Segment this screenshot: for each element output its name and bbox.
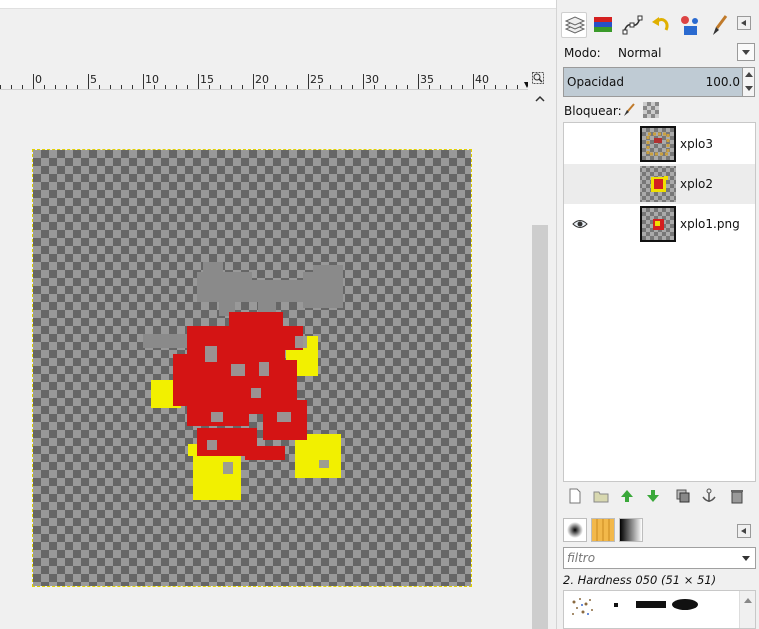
canvas-top-strip xyxy=(0,0,556,9)
layer-name[interactable]: xplo3 xyxy=(680,137,713,151)
opacity-slider[interactable]: Opacidad 100.0 xyxy=(563,67,755,97)
chevron-down-icon[interactable] xyxy=(737,43,755,61)
tab-channels[interactable] xyxy=(590,12,616,38)
ruler-label: 0 xyxy=(35,73,42,86)
tab-pointer[interactable] xyxy=(677,12,703,38)
tab-brushes-list[interactable] xyxy=(563,518,587,542)
scrollbar-thumb[interactable] xyxy=(532,225,548,629)
explosion-sprite xyxy=(143,262,343,500)
horizontal-ruler[interactable]: 0 5 10 15 20 25 30 35 40 xyxy=(0,68,528,90)
opacity-spinner[interactable] xyxy=(742,68,754,96)
layer-row-xplo2[interactable]: xplo2 xyxy=(564,164,755,204)
new-page-icon xyxy=(569,488,581,504)
brush-name: 2. Hardness 050 (51 × 51) xyxy=(563,573,717,587)
spin-down-icon[interactable] xyxy=(745,86,753,91)
ruler-label: 5 xyxy=(90,73,97,86)
anchor-layer-button[interactable] xyxy=(701,488,717,504)
delete-layer-button[interactable] xyxy=(729,488,745,504)
layer-name[interactable]: xplo1.png xyxy=(680,217,740,231)
brush-tip-icon xyxy=(567,522,583,538)
opacity-label: Opacidad xyxy=(567,75,624,89)
brush-item-ellipse[interactable] xyxy=(672,599,698,610)
raise-layer-button[interactable] xyxy=(619,488,635,504)
arrow-down-icon xyxy=(647,490,659,502)
spin-up-icon[interactable] xyxy=(745,72,753,77)
brush-item-scatter[interactable] xyxy=(568,594,598,624)
brush-scrollbar[interactable] xyxy=(739,591,755,628)
pointer-marker-icon xyxy=(524,82,528,88)
lock-pixels-icon[interactable] xyxy=(621,102,637,118)
tab-brushes[interactable] xyxy=(706,12,732,38)
layers-icon xyxy=(564,16,586,34)
right-dock: Modo: Normal Opacidad 100.0 Bloquear: xp… xyxy=(556,0,759,629)
undo-history-icon xyxy=(652,17,669,31)
tab-undo-history[interactable] xyxy=(648,12,674,38)
lock-alpha-icon[interactable] xyxy=(643,102,659,118)
ruler-label: 35 xyxy=(420,73,434,86)
brush-item-block[interactable] xyxy=(636,601,666,608)
brush-tab-bar xyxy=(561,516,756,544)
layer-row-xplo3[interactable]: xplo3 xyxy=(564,124,755,164)
opacity-value[interactable]: 100.0 xyxy=(706,75,740,89)
tab-patterns[interactable] xyxy=(591,518,615,542)
brush-grid[interactable] xyxy=(563,590,756,629)
mode-row: Modo: Normal xyxy=(563,43,755,63)
arrow-up-icon xyxy=(621,490,633,502)
layers-list[interactable]: xplo3 xplo2 xplo1.png xyxy=(563,122,756,482)
layer-thumbnail xyxy=(640,126,676,162)
ruler-label: 40 xyxy=(475,73,489,86)
ruler-label: 20 xyxy=(255,73,269,86)
lock-row: Bloquear: xyxy=(563,102,755,120)
brush-menu-icon[interactable] xyxy=(737,524,751,538)
mode-select[interactable]: Normal xyxy=(618,46,661,60)
ruler-label: 30 xyxy=(365,73,379,86)
layer-name[interactable]: xplo2 xyxy=(680,177,713,191)
channels-icon xyxy=(594,17,612,32)
layer-thumbnail xyxy=(640,166,676,202)
new-layer-button[interactable] xyxy=(567,488,583,504)
scroll-up-icon[interactable] xyxy=(533,92,547,106)
trash-icon xyxy=(731,490,743,504)
dock-menu-icon[interactable] xyxy=(737,16,751,30)
ruler-label: 25 xyxy=(310,73,324,86)
pattern-icon xyxy=(592,519,614,541)
ruler-label: 10 xyxy=(145,73,159,86)
tab-paths[interactable] xyxy=(619,12,645,38)
ruler-label: 15 xyxy=(200,73,214,86)
folder-icon xyxy=(593,491,609,503)
filter-input[interactable] xyxy=(567,551,727,565)
new-layer-group-button[interactable] xyxy=(593,488,609,504)
anchor-icon xyxy=(702,488,716,502)
zoom-toggle-icon[interactable] xyxy=(530,70,546,86)
eye-icon[interactable] xyxy=(572,217,588,231)
layer-buttons xyxy=(563,486,756,506)
paintbrush-icon xyxy=(713,15,728,35)
pointer-info-icon xyxy=(681,16,698,35)
ruler-ticks: 0 5 10 15 20 25 30 35 40 xyxy=(0,73,528,89)
flame-red-shape xyxy=(173,312,307,460)
brush-item-pixel[interactable] xyxy=(614,603,618,607)
vertical-scrollbar[interactable] xyxy=(530,90,550,629)
chevron-down-icon[interactable] xyxy=(742,556,750,561)
mode-label: Modo: xyxy=(564,46,601,60)
duplicate-layer-button[interactable] xyxy=(675,488,691,504)
paths-icon xyxy=(622,15,643,35)
layer-thumbnail xyxy=(640,206,676,242)
dock-tab-bar xyxy=(561,10,756,40)
gradient-icon xyxy=(620,519,642,541)
layer-row-xplo1[interactable]: xplo1.png xyxy=(564,204,755,244)
duplicate-icon xyxy=(676,489,690,503)
lower-layer-button[interactable] xyxy=(645,488,661,504)
tab-gradients[interactable] xyxy=(619,518,643,542)
lock-label: Bloquear: xyxy=(564,104,622,118)
brush-filter[interactable] xyxy=(563,547,756,569)
tab-layers[interactable] xyxy=(561,12,587,38)
